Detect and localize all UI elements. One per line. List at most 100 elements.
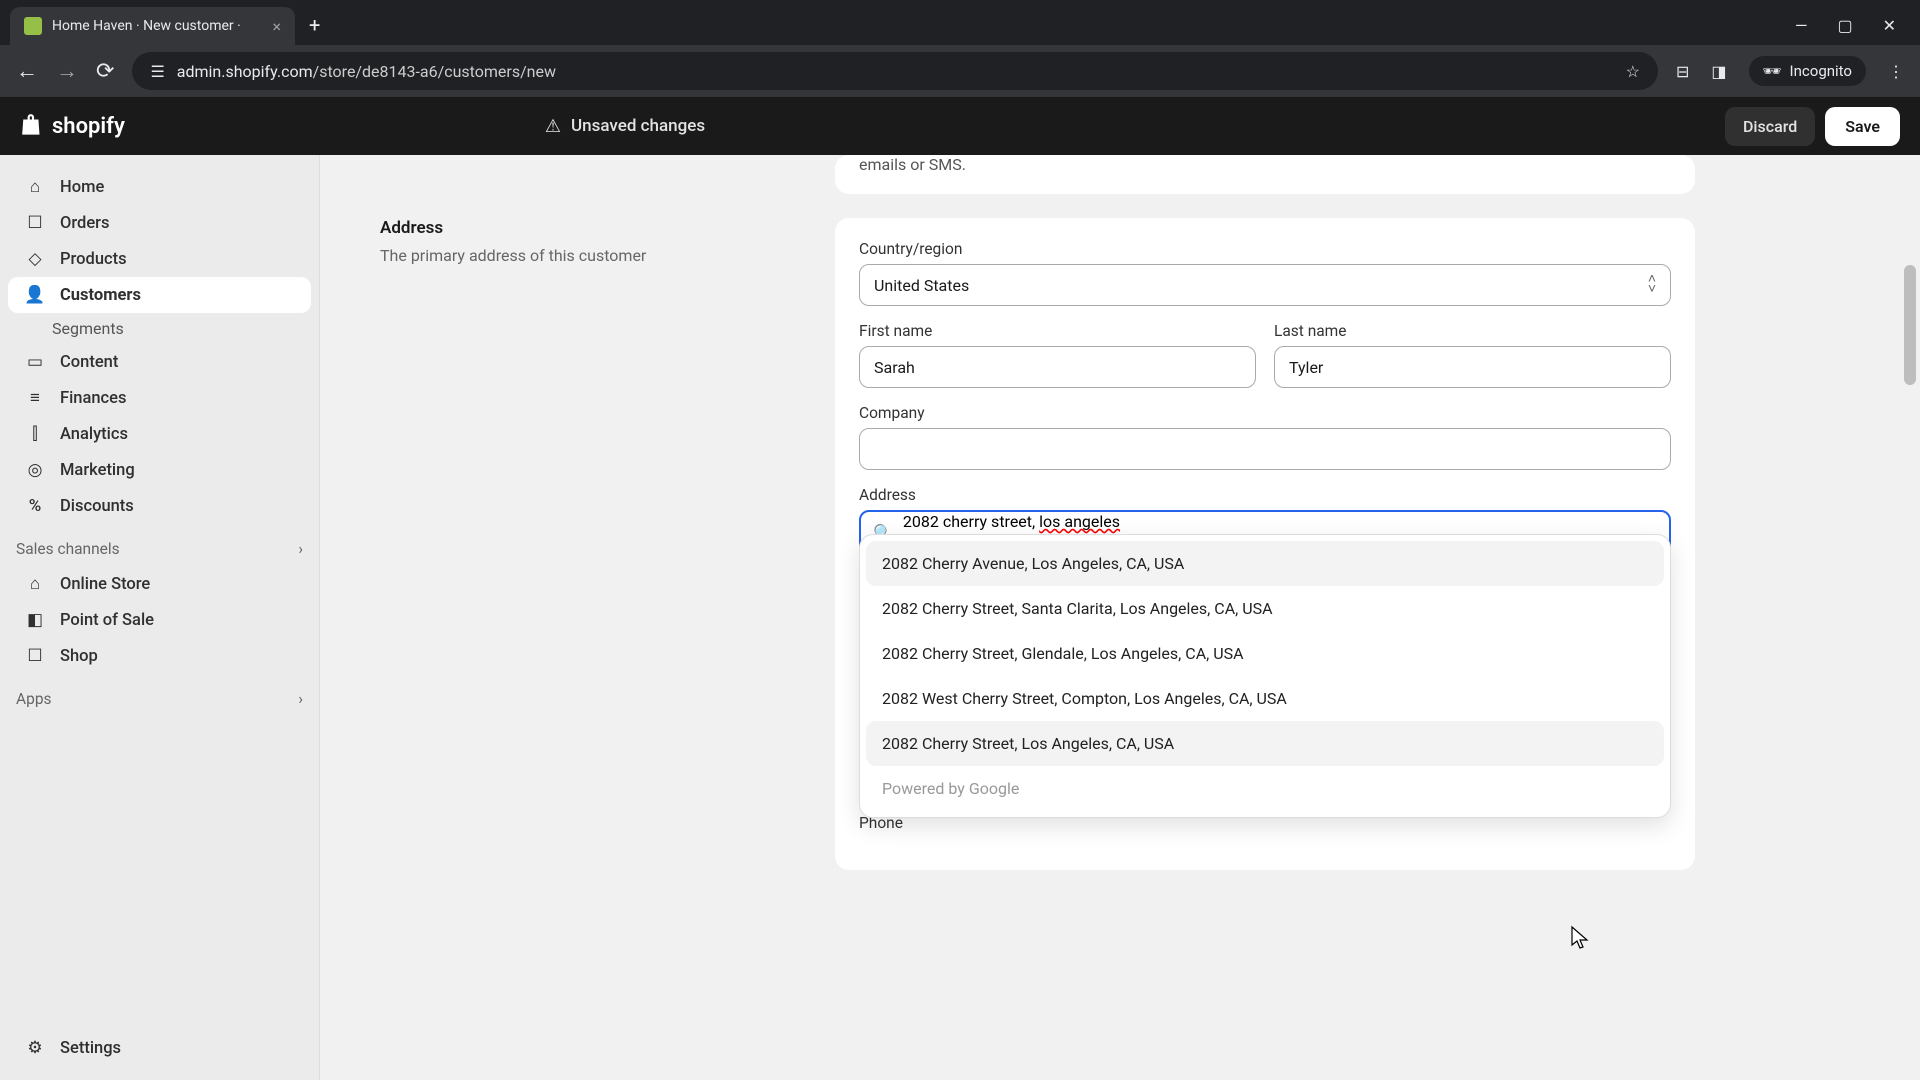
apps-header[interactable]: Apps› (0, 674, 319, 716)
autocomplete-footer: Powered by Google (866, 766, 1664, 811)
reload-icon[interactable]: ⟳ (96, 59, 114, 84)
back-icon[interactable]: ← (16, 58, 38, 84)
info-text: emails or SMS. (859, 155, 1671, 174)
first-name-label: First name (859, 322, 1256, 340)
sidebar-item-products[interactable]: ◇ Products (8, 241, 311, 277)
shop-icon: ☐ (24, 646, 46, 666)
app-topbar: shopify ⚠ Unsaved changes Discard Save (0, 97, 1920, 155)
browser-toolbar: ← → ⟳ ☰ admin.shopify.com/store/de8143-a… (0, 45, 1920, 97)
minimize-icon[interactable]: — (1795, 16, 1808, 35)
sales-channels-header[interactable]: Sales channels› (0, 524, 319, 566)
sidebar-item-label: Shop (60, 647, 98, 666)
sidebar-subitem-segments[interactable]: Segments (0, 313, 319, 344)
sidebar-item-label: Content (60, 353, 118, 372)
section-title: Address (380, 218, 795, 238)
sidebar-item-label: Products (60, 250, 127, 269)
maximize-icon[interactable]: ▢ (1837, 16, 1852, 35)
tab-favicon (24, 17, 42, 35)
mouse-cursor-icon (1570, 925, 1590, 951)
scrollbar[interactable] (1902, 155, 1918, 1080)
sidebar-item-online-store[interactable]: ⌂Online Store (8, 566, 311, 602)
sidebar-item-discounts[interactable]: % Discounts (8, 488, 311, 524)
company-input[interactable] (859, 428, 1671, 470)
content-icon: ▭ (24, 352, 46, 372)
company-label: Company (859, 404, 1671, 422)
country-label: Country/region (859, 240, 1671, 258)
gear-icon: ⚙ (24, 1038, 46, 1058)
customers-icon: 👤 (24, 285, 46, 305)
last-name-input[interactable] (1274, 346, 1671, 388)
autocomplete-item[interactable]: 2082 Cherry Street, Santa Clarita, Los A… (866, 586, 1664, 631)
store-icon: ⌂ (24, 574, 46, 594)
sidebar-item-settings[interactable]: ⚙ Settings (8, 1030, 311, 1066)
incognito-icon: 🕶 (1763, 62, 1782, 80)
sidebar-item-home[interactable]: ⌂Home (8, 169, 311, 205)
home-icon: ⌂ (24, 177, 46, 197)
autocomplete-item[interactable]: 2082 Cherry Street, Los Angeles, CA, USA (866, 721, 1664, 766)
analytics-icon: ⫿ (24, 424, 46, 444)
sidebar-item-label: Settings (60, 1039, 121, 1058)
site-info-icon[interactable]: ☰ (150, 62, 164, 81)
shopify-bag-icon (20, 113, 46, 139)
sidebar-item-shop[interactable]: ☐ Shop (8, 638, 311, 674)
new-tab-button[interactable]: + (309, 13, 320, 37)
incognito-badge[interactable]: 🕶 Incognito (1749, 56, 1867, 86)
sidebar-item-content[interactable]: ▭ Content (8, 344, 311, 380)
sidebar-item-orders[interactable]: ☐ Orders (8, 205, 311, 241)
forward-icon: → (56, 58, 78, 84)
autocomplete-item[interactable]: 2082 Cherry Street, Glendale, Los Angele… (866, 631, 1664, 676)
window-controls: — ▢ ✕ (1795, 16, 1920, 45)
marketing-icon: ◎ (24, 460, 46, 480)
sidebar-item-label: Finances (60, 389, 127, 408)
address-label: Address (859, 486, 1671, 504)
sidepanel-icon[interactable]: ◨ (1711, 62, 1726, 81)
logo-text: shopify (52, 114, 125, 139)
first-name-input[interactable] (859, 346, 1256, 388)
autocomplete-item[interactable]: 2082 West Cherry Street, Compton, Los An… (866, 676, 1664, 721)
sidebar-item-analytics[interactable]: ⫿ Analytics (8, 416, 311, 452)
last-name-label: Last name (1274, 322, 1671, 340)
discounts-icon: % (24, 496, 46, 516)
scrollbar-thumb[interactable] (1904, 265, 1916, 385)
finances-icon: ≡ (24, 388, 46, 408)
country-select[interactable]: United States ˄˅ (859, 264, 1671, 306)
pos-icon: ◧ (24, 610, 46, 630)
select-caret-icon: ˄˅ (1648, 275, 1656, 295)
tab-title: Home Haven · New customer · (52, 18, 262, 34)
main-content: emails or SMS. Address The primary addre… (320, 155, 1920, 1080)
sidebar: ⌂Home ☐ Orders ◇ Products 👤Customers Segme… (0, 155, 320, 1080)
extensions-icon[interactable]: ⊟ (1676, 62, 1689, 81)
browser-tab-strip: Home Haven · New customer · × + — ▢ ✕ (0, 0, 1920, 45)
info-card: emails or SMS. (835, 155, 1695, 194)
close-icon[interactable]: × (272, 17, 281, 36)
section-desc: The primary address of this customer (380, 246, 795, 265)
sidebar-item-label: Point of Sale (60, 611, 154, 630)
sidebar-item-finances[interactable]: ≡ Finances (8, 380, 311, 416)
sidebar-item-marketing[interactable]: ◎ Marketing (8, 452, 311, 488)
save-button[interactable]: Save (1825, 107, 1900, 146)
sidebar-item-label: Orders (60, 214, 110, 233)
shopify-logo[interactable]: shopify (20, 113, 125, 139)
products-icon: ◇ (24, 249, 46, 269)
menu-icon[interactable]: ⋮ (1888, 62, 1904, 81)
apps-label: Apps (16, 690, 52, 708)
chevron-right-icon: › (298, 540, 303, 558)
close-window-icon[interactable]: ✕ (1883, 16, 1896, 35)
sidebar-item-label: Marketing (60, 461, 135, 480)
unsaved-changes-indicator: ⚠ Unsaved changes (545, 116, 705, 137)
orders-icon: ☐ (24, 213, 46, 233)
url-text: admin.shopify.com/store/de8143-a6/custom… (177, 62, 556, 81)
sidebar-item-pos[interactable]: ◧ Point of Sale (8, 602, 311, 638)
country-value: United States (874, 276, 969, 295)
address-autocomplete-dropdown: 2082 Cherry Avenue, Los Angeles, CA, USA… (859, 534, 1671, 818)
sidebar-item-customers[interactable]: 👤Customers (8, 277, 311, 313)
browser-tab[interactable]: Home Haven · New customer · × (10, 7, 295, 45)
address-bar[interactable]: ☰ admin.shopify.com/store/de8143-a6/cust… (132, 52, 1658, 90)
discard-button[interactable]: Discard (1725, 107, 1815, 146)
autocomplete-item[interactable]: 2082 Cherry Avenue, Los Angeles, CA, USA (866, 541, 1664, 586)
warning-icon: ⚠ (545, 116, 561, 137)
incognito-label: Incognito (1790, 62, 1852, 80)
bookmark-icon[interactable]: ☆ (1626, 62, 1640, 81)
sidebar-item-label: Analytics (60, 425, 128, 444)
sidebar-item-label: Discounts (60, 497, 134, 516)
